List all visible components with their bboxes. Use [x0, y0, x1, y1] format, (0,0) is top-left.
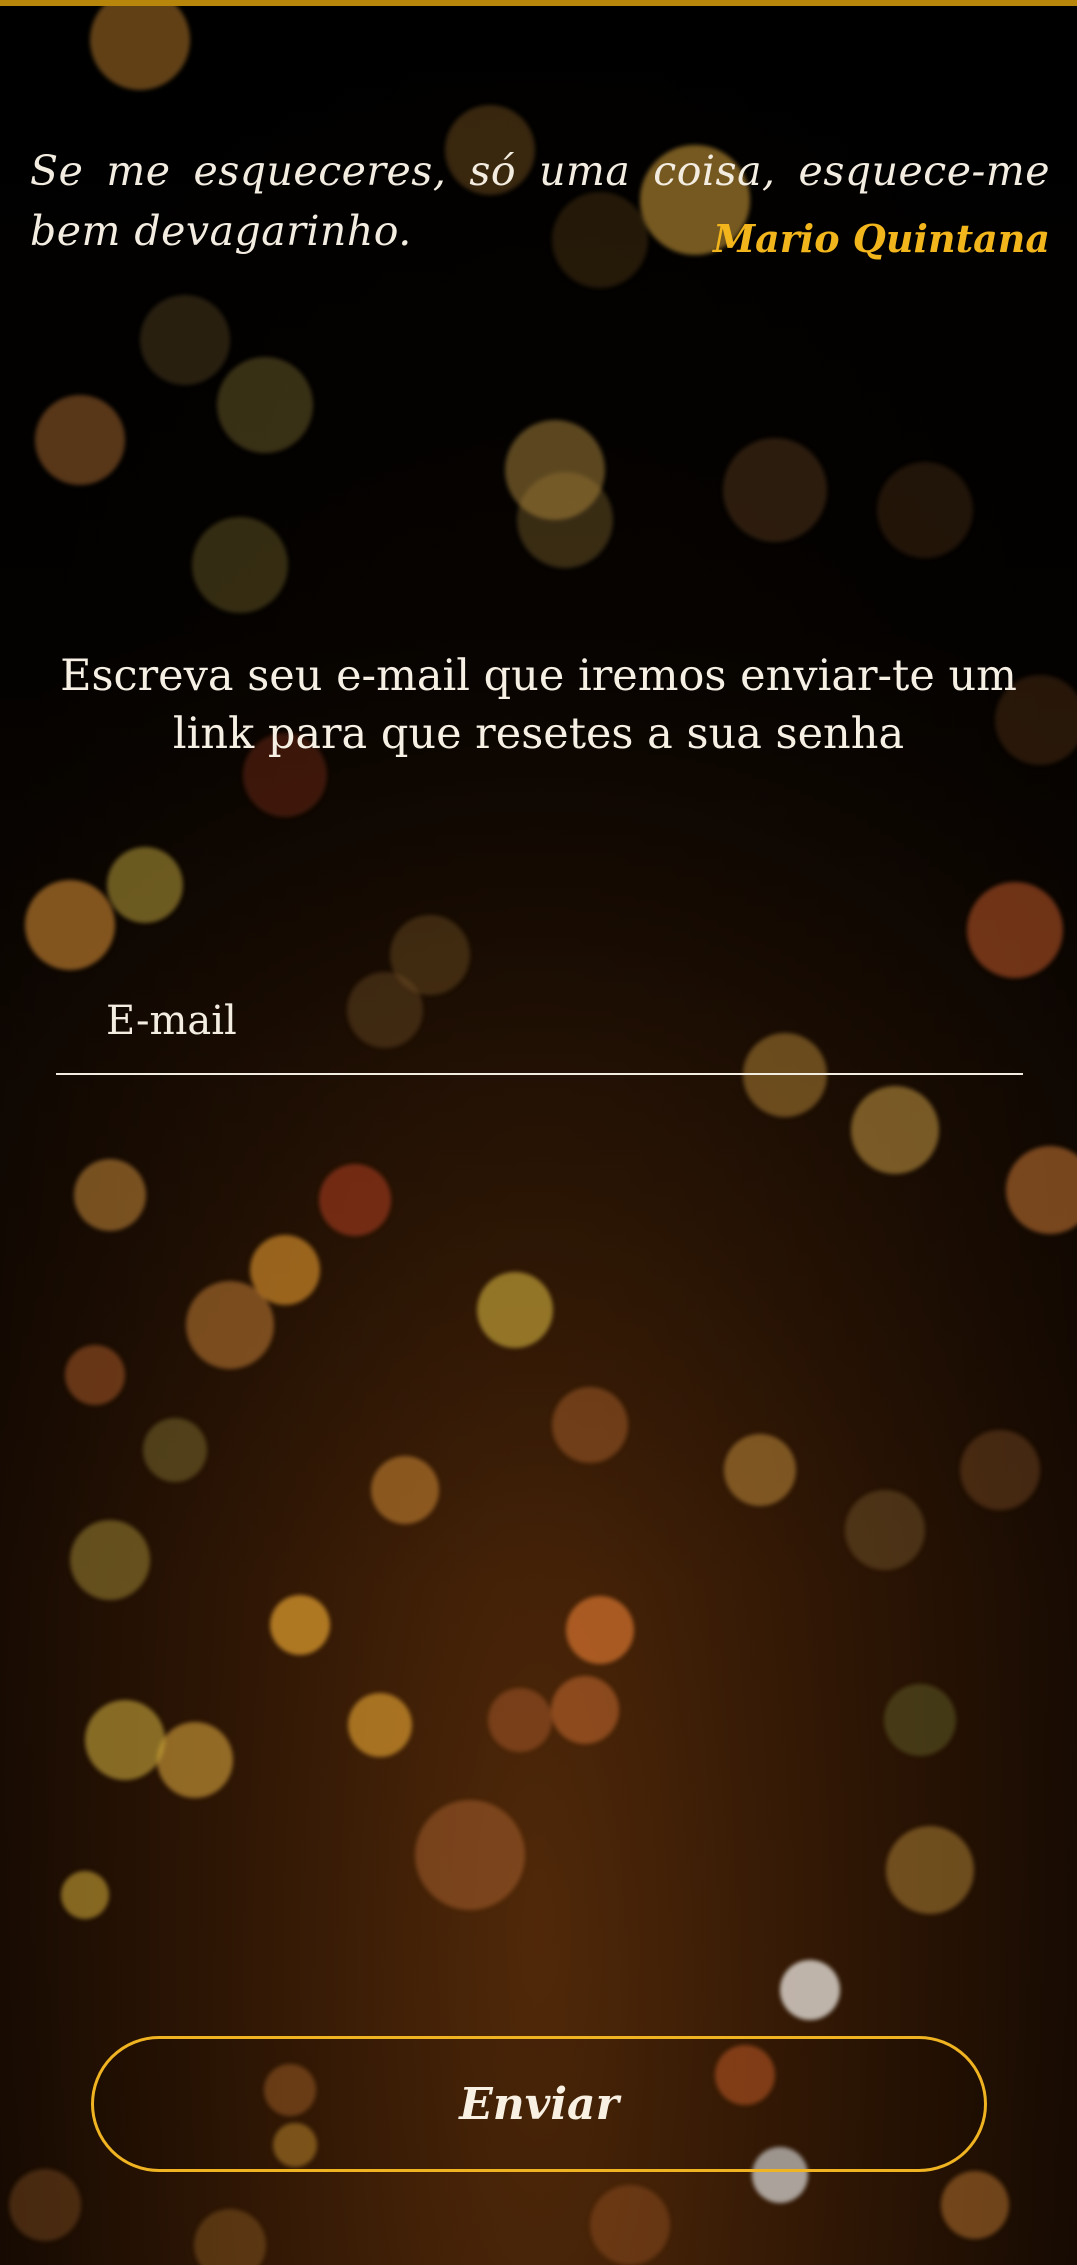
email-field: [56, 985, 1023, 1075]
reset-password-screen: Se me esqueceres, só uma coisa, esquece-…: [0, 0, 1077, 2265]
bokeh-background: [9, 0, 1077, 2265]
top-accent-strip: [0, 0, 1077, 6]
reset-instructions: Escreva seu e-mail que iremos enviar-te …: [60, 651, 1017, 759]
quote-author: Mario Quintana: [713, 216, 1050, 261]
send-button-label: Enviar: [459, 2078, 619, 2130]
email-input[interactable]: [106, 985, 1006, 1057]
send-button[interactable]: Enviar: [91, 2036, 987, 2172]
